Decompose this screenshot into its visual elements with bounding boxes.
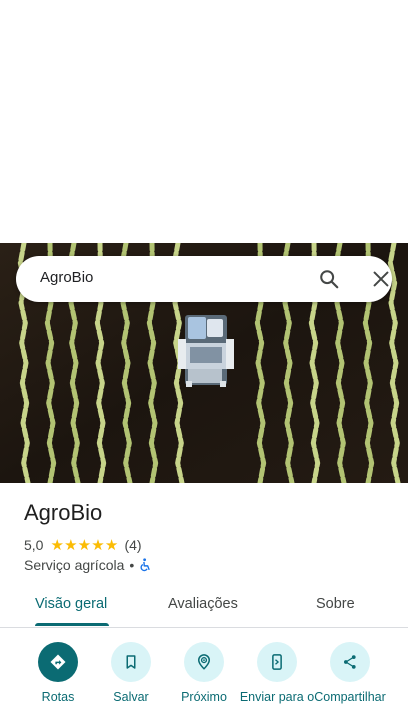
search-input[interactable]: AgroBio — [40, 269, 93, 286]
tractor-graphic — [178, 315, 234, 387]
place-category: Serviço agrícola — [24, 557, 125, 573]
tab-about[interactable]: Sobre — [316, 596, 355, 612]
separator-dot: • — [129, 557, 135, 573]
star-icon: ★ — [104, 535, 119, 554]
bookmark-icon — [126, 655, 136, 669]
tab-overview[interactable]: Visão geral — [35, 596, 107, 612]
wheelchair-accessible-icon — [140, 558, 151, 572]
send-to-phone-label: Enviar para o — [239, 690, 315, 704]
active-tab-indicator — [35, 623, 109, 626]
star-rating: ★ ★ ★ ★ ★ — [50, 535, 119, 554]
save-button[interactable]: Salvar — [93, 642, 169, 704]
rating-row[interactable]: 5,0 ★ ★ ★ ★ ★ (4) — [24, 536, 142, 554]
star-icon: ★ — [91, 535, 105, 554]
directions-label: Rotas — [41, 690, 75, 704]
nearby-label: Próximo — [181, 690, 227, 704]
star-icon: ★ — [64, 535, 78, 554]
map-area[interactable] — [0, 0, 408, 243]
nearby-button[interactable]: Próximo — [166, 642, 242, 704]
save-button-circle[interactable] — [111, 642, 151, 682]
close-icon[interactable] — [370, 268, 392, 290]
review-count[interactable]: (4) — [124, 537, 141, 553]
share-label: Compartilhar — [314, 690, 386, 704]
send-to-phone-button[interactable]: Enviar para o — [239, 642, 315, 704]
tab-reviews[interactable]: Avaliações — [168, 596, 238, 612]
share-button-circle[interactable] — [330, 642, 370, 682]
directions-icon — [50, 654, 66, 670]
search-bar[interactable]: AgroBio — [16, 256, 392, 302]
tab-bar: Visão geral Avaliações Sobre — [0, 585, 408, 627]
category-row: Serviço agrícola • — [24, 556, 152, 574]
divider — [0, 627, 408, 628]
directions-button-circle[interactable] — [38, 642, 78, 682]
nearby-button-circle[interactable] — [184, 642, 224, 682]
share-button[interactable]: Compartilhar — [312, 642, 388, 704]
share-icon — [344, 655, 356, 669]
save-label: Salvar — [113, 690, 149, 704]
search-icon[interactable] — [318, 268, 340, 290]
rating-value: 5,0 — [24, 537, 44, 553]
place-page: AgroBio AgroBio 5,0 ★ ★ ★ ★ ★ (4) Serviç… — [0, 0, 408, 726]
star-icon: ★ — [50, 535, 64, 554]
nearby-icon — [197, 654, 211, 670]
send-to-phone-icon — [272, 654, 282, 670]
star-icon: ★ — [77, 535, 92, 554]
place-title: AgroBio — [24, 500, 103, 525]
send-to-phone-button-circle[interactable] — [257, 642, 297, 682]
directions-button[interactable]: Rotas — [20, 642, 96, 704]
